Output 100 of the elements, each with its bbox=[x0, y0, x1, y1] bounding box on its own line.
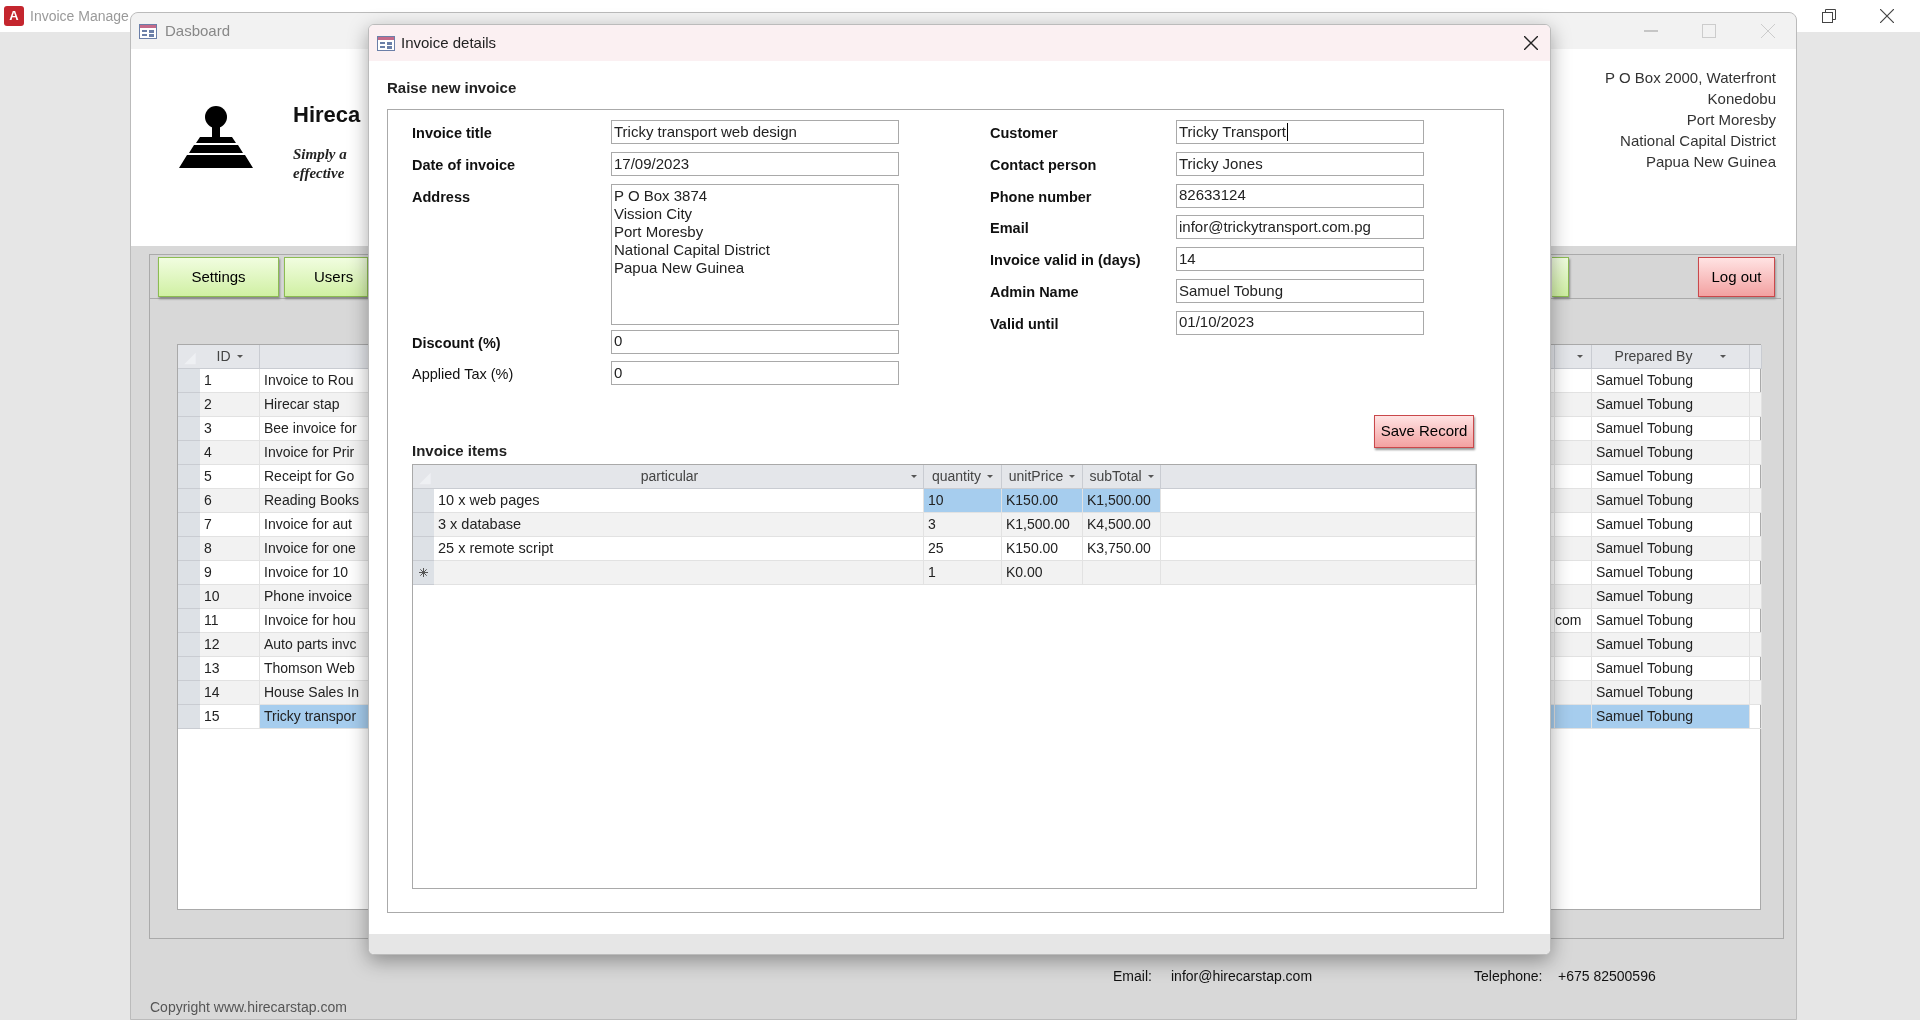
table-cell: Samuel Tobung bbox=[1592, 633, 1750, 657]
input-field[interactable]: 14 bbox=[1176, 247, 1424, 271]
table-cell bbox=[1750, 705, 1762, 729]
input-field[interactable]: 0 bbox=[611, 361, 899, 386]
table-cell bbox=[1750, 537, 1762, 561]
field-label: Phone number bbox=[990, 187, 1093, 207]
input-field[interactable]: Tricky transport web design bbox=[611, 120, 899, 144]
field-label: Applied Tax (%) bbox=[412, 365, 515, 385]
table-cell: 14 bbox=[200, 681, 260, 705]
table-cell: 6 bbox=[200, 489, 260, 513]
copyright-text: Copyright www.hirecarstap.com bbox=[150, 998, 347, 1017]
input-field[interactable]: Tricky Jones bbox=[1176, 151, 1424, 176]
input-field[interactable]: P O Box 3874 Vission City Port Moresby National Capital District Papua New Guinea bbox=[611, 183, 899, 325]
column-header-label: quantity bbox=[931, 467, 981, 486]
table-cell: Samuel Tobung bbox=[1592, 441, 1750, 465]
company-address: P O Box 2000, Waterfront Konedobu Port Moresby National Capital District Papua New Guinea bbox=[1605, 68, 1776, 172]
table-cell bbox=[1750, 585, 1762, 609]
nav-button[interactable]: Users bbox=[284, 257, 368, 297]
table-cell: K1,500.00 bbox=[1083, 489, 1161, 513]
table-cell: Samuel Tobung bbox=[1592, 681, 1750, 705]
form-icon bbox=[377, 35, 395, 51]
save-button[interactable]: Save Record bbox=[1374, 415, 1474, 448]
table-cell: 8 bbox=[200, 537, 260, 561]
table-cell bbox=[1750, 489, 1762, 513]
column-header[interactable]: ID bbox=[200, 345, 260, 369]
table-cell bbox=[1555, 705, 1592, 729]
column-header-label: Prepared By bbox=[1614, 347, 1693, 366]
dropdown-icon[interactable] bbox=[987, 475, 993, 478]
table-cell bbox=[1555, 537, 1592, 561]
dropdown-icon[interactable] bbox=[1069, 475, 1076, 478]
table-cell: Invoice for one bbox=[260, 537, 370, 561]
section-heading: Invoice items bbox=[412, 441, 508, 461]
brand-name: Hireca bbox=[293, 101, 361, 129]
nav-button[interactable]: Settings bbox=[158, 257, 279, 297]
field-label: Address bbox=[412, 187, 472, 207]
field-label: Valid until bbox=[990, 314, 1060, 334]
table-cell: K1,500.00 bbox=[1002, 513, 1083, 537]
app-title: Invoice Manage bbox=[30, 6, 129, 26]
column-header[interactable]: particular bbox=[434, 465, 924, 489]
input-field[interactable]: 17/09/2023 bbox=[611, 151, 899, 176]
column-header-label: particular bbox=[640, 467, 699, 486]
column-header[interactable]: quantity bbox=[924, 465, 1002, 489]
restore-icon[interactable] bbox=[1822, 9, 1836, 23]
input-field[interactable]: 01/10/2023 bbox=[1176, 310, 1424, 335]
table-cell: K4,500.00 bbox=[1083, 513, 1161, 537]
close-icon[interactable] bbox=[1880, 9, 1894, 23]
column-header[interactable]: Prepared By bbox=[1592, 345, 1750, 369]
input-field[interactable]: infor@trickytransport.com.pg bbox=[1176, 215, 1424, 240]
form-icon bbox=[139, 23, 157, 39]
column-header-label: unitPrice bbox=[1008, 467, 1064, 486]
input-field[interactable]: 0 bbox=[611, 329, 899, 354]
column-header[interactable] bbox=[260, 345, 370, 369]
field-label: Date of invoice bbox=[412, 155, 517, 175]
email-address: infor@hirecarstap.com bbox=[1171, 967, 1313, 986]
field-label: Contact person bbox=[990, 155, 1098, 175]
table-cell bbox=[1555, 585, 1592, 609]
logout-button[interactable]: Log out bbox=[1698, 257, 1775, 297]
row-selector[interactable] bbox=[413, 561, 434, 585]
table-cell bbox=[1750, 393, 1762, 417]
table-cell: K150.00 bbox=[1002, 489, 1083, 513]
close-button[interactable] bbox=[1524, 36, 1538, 50]
email-label: Email: bbox=[1113, 967, 1152, 986]
column-header[interactable] bbox=[1161, 465, 1476, 489]
table-cell bbox=[1555, 393, 1592, 417]
dropdown-icon[interactable] bbox=[1577, 355, 1583, 358]
maximize-icon[interactable] bbox=[1702, 24, 1716, 38]
table-cell bbox=[1750, 681, 1762, 705]
input-field[interactable]: Samuel Tobung bbox=[1176, 278, 1424, 303]
nav-button[interactable] bbox=[1552, 257, 1569, 297]
dropdown-icon[interactable] bbox=[236, 355, 243, 358]
input-field[interactable]: 82633124 bbox=[1176, 183, 1424, 208]
app-icon: A bbox=[4, 6, 24, 26]
table-cell: Phone invoice bbox=[260, 585, 370, 609]
table-cell: Samuel Tobung bbox=[1592, 537, 1750, 561]
column-header[interactable] bbox=[1750, 345, 1762, 369]
table-cell: 4 bbox=[200, 441, 260, 465]
table-cell: Invoice for Prir bbox=[260, 441, 370, 465]
dropdown-icon[interactable] bbox=[1147, 475, 1154, 478]
table-cell: 12 bbox=[200, 633, 260, 657]
table-cell: Samuel Tobung bbox=[1592, 705, 1750, 729]
table-cell: K0.00 bbox=[1002, 561, 1083, 585]
select-all-icon[interactable] bbox=[178, 345, 200, 369]
table-cell: Hirecar stap bbox=[260, 393, 370, 417]
field-label: Invoice title bbox=[412, 124, 493, 143]
close-icon bbox=[1524, 36, 1538, 50]
column-header[interactable]: subTotal bbox=[1083, 465, 1161, 489]
table-cell bbox=[1750, 633, 1762, 657]
field-label: Email bbox=[990, 219, 1030, 239]
table-cell: 1 bbox=[924, 561, 1002, 585]
form-heading: Raise new invoice bbox=[387, 79, 517, 96]
input-field[interactable]: Tricky Transport bbox=[1176, 120, 1424, 144]
column-header[interactable]: unitPrice bbox=[1002, 465, 1083, 489]
table-cell: Tricky transpor bbox=[260, 705, 370, 729]
select-all-icon[interactable] bbox=[413, 465, 434, 489]
field-label: Admin Name bbox=[990, 282, 1080, 302]
window-title: Invoice details bbox=[401, 32, 497, 53]
tagline: Simply a effective bbox=[293, 145, 348, 183]
table-cell: Auto parts invc bbox=[260, 633, 370, 657]
dropdown-icon[interactable] bbox=[1720, 355, 1727, 358]
dropdown-icon[interactable] bbox=[911, 475, 917, 478]
